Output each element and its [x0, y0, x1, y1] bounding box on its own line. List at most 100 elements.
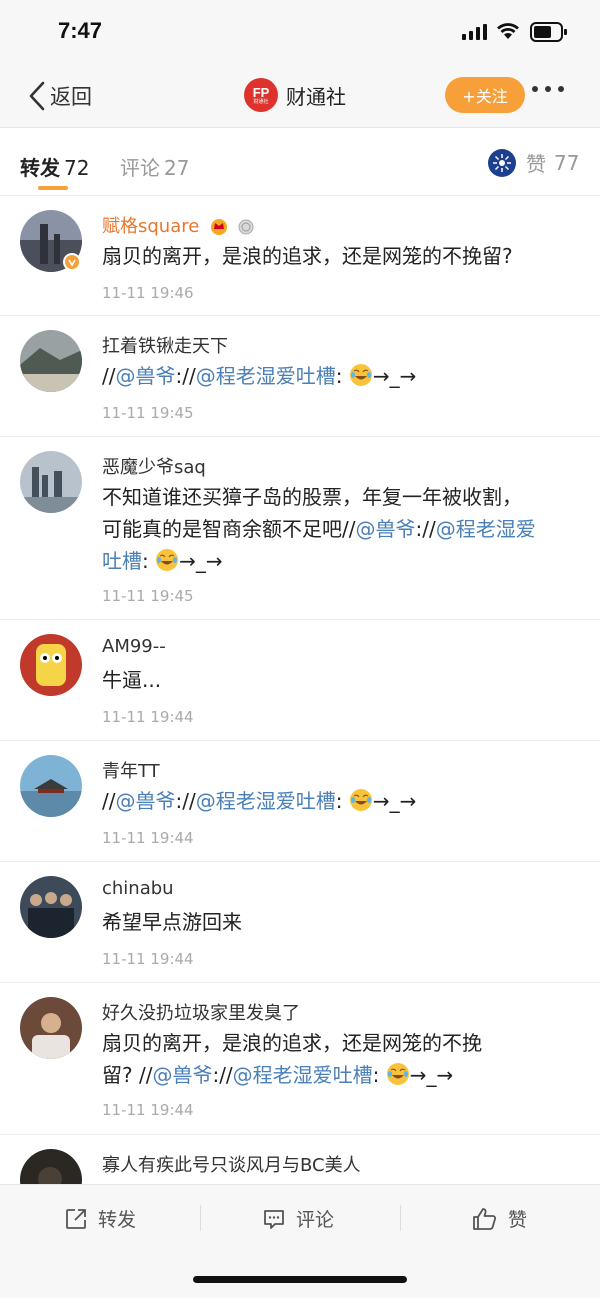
tab-likes-count: 77 — [554, 150, 580, 175]
mention-link[interactable]: @兽爷 — [115, 789, 175, 813]
wifi-icon — [497, 23, 519, 39]
more-dot — [558, 86, 564, 92]
timestamp: 11-11 19:46 — [102, 284, 194, 302]
avatar[interactable] — [20, 876, 82, 938]
list-item[interactable]: 青年TT //@兽爷://@程老湿爱吐槽: →_→ 11-11 19:44 — [0, 741, 600, 862]
arrow-text: →_→ — [372, 789, 417, 813]
tab-comment[interactable]: 评论 27 — [120, 152, 189, 181]
mention-link[interactable]: @程老湿爱吐槽 — [196, 789, 336, 813]
tab-repost[interactable]: 转发 72 — [20, 152, 89, 181]
text-prefix: // — [102, 789, 116, 813]
back-button[interactable]: 返回 — [28, 80, 92, 112]
repost-text: 扇贝的离开，是浪的追求，还是网笼的不挽留? — [102, 244, 513, 268]
landscape-avatar — [20, 330, 82, 392]
user-name[interactable]: 恶魔少爷saq — [102, 453, 206, 479]
tab-repost-label: 转发 — [20, 156, 60, 180]
tab-likes-label: 赞 — [526, 152, 546, 176]
active-tab-indicator — [38, 186, 68, 190]
list-item[interactable]: 好久没扔垃圾家里发臭了 扇贝的离开，是浪的追求，还是网笼的不挽 留? //@兽爷… — [0, 983, 600, 1135]
user-name[interactable]: 青年TT — [102, 757, 160, 783]
arrow-text: →_→ — [372, 364, 417, 388]
logo-subtext: 财通社 — [253, 98, 269, 105]
avatar[interactable] — [20, 997, 82, 1059]
status-time: 7:47 — [58, 18, 103, 43]
timestamp: 11-11 19:44 — [102, 1101, 194, 1119]
arrow-text: →_→ — [409, 1063, 454, 1087]
text-suffix: : — [372, 1063, 380, 1087]
mention-link[interactable]: @兽爷 — [115, 364, 175, 388]
text-suffix: : — [142, 549, 149, 573]
list-item[interactable]: 恶魔少爷saq 不知道谁还买獐子岛的股票，年复一年被收割， 可能真的是智商余额不… — [0, 437, 600, 620]
more-dot — [545, 86, 551, 92]
avatar[interactable] — [20, 634, 82, 696]
text-suffix: : — [335, 789, 343, 813]
account-title[interactable]: FP 财通社 财通社 — [244, 78, 346, 112]
repost-text: 不知道谁还买獐子岛的股票，年复一年被收割， 可能真的是智商余额不足吧//@兽爷:… — [102, 481, 582, 577]
text-prefix: // — [102, 364, 116, 388]
user-name[interactable]: 寡人有疾此号只谈风月与BC美人 — [102, 1151, 361, 1177]
mention-link[interactable]: @程老湿爱吐槽 — [196, 364, 336, 388]
comment-button[interactable]: 评论 — [262, 1205, 334, 1232]
like-button[interactable]: 赞 — [472, 1205, 527, 1232]
list-item[interactable]: AM99-- 牛逼... 11-11 19:44 — [0, 620, 600, 741]
tab-bar: 转发 72 评论 27 赞 77 — [0, 130, 600, 196]
tab-likes[interactable]: 赞 77 — [488, 148, 579, 177]
avatar[interactable] — [20, 330, 82, 392]
repost-icon — [66, 1208, 86, 1229]
nav-bar: 返回 FP 财通社 财通社 +关注 — [0, 64, 600, 128]
user-name[interactable]: 好久没扔垃圾家里发臭了 — [102, 999, 300, 1025]
laugh-cry-emoji-icon — [349, 789, 372, 811]
mention-link[interactable]: @兽爷 — [152, 1063, 212, 1087]
mention-link[interactable]: 吐槽 — [102, 549, 142, 573]
follow-button[interactable]: +关注 — [445, 77, 525, 113]
city-avatar — [20, 451, 82, 513]
text-separator: :// — [212, 1063, 233, 1087]
list-item[interactable]: 赋格square 扇贝的离开，是浪的追求，还是网笼的不挽留? 11-11 19:… — [0, 196, 600, 316]
text-separator: :// — [415, 517, 436, 541]
laugh-cry-emoji-icon — [386, 1063, 409, 1085]
repost-text: 牛逼... — [102, 668, 162, 692]
arrow-text: →_→ — [179, 549, 223, 573]
more-dot — [532, 86, 538, 92]
home-indicator[interactable] — [193, 1276, 407, 1283]
mention-link[interactable]: @兽爷 — [355, 517, 415, 541]
list-item[interactable]: 扛着铁锹走天下 //@兽爷://@程老湿爱吐槽: →_→ 11-11 19:45 — [0, 316, 600, 437]
repost-text: 扇贝的离开，是浪的追求，还是网笼的不挽 留? //@兽爷://@程老湿爱吐槽: … — [102, 1027, 582, 1091]
repost-list: 赋格square 扇贝的离开，是浪的追求，还是网笼的不挽留? 11-11 19:… — [0, 196, 600, 1184]
avatar[interactable] — [20, 1149, 82, 1184]
list-item[interactable]: chinabu 希望早点游回来 11-11 19:44 — [0, 862, 600, 983]
thumbs-up-icon — [473, 1207, 497, 1230]
avatar[interactable] — [20, 755, 82, 817]
timestamp: 11-11 19:44 — [102, 708, 194, 726]
tab-repost-count: 72 — [64, 156, 90, 180]
person-avatar — [20, 997, 82, 1059]
repost-text: //@兽爷://@程老湿爱吐槽: →_→ — [102, 360, 582, 392]
divider — [400, 1205, 401, 1231]
sunburst-logo-icon — [493, 153, 511, 172]
back-label: 返回 — [50, 85, 92, 109]
cartoon-avatar — [20, 634, 82, 696]
user-name[interactable]: 扛着铁锹走天下 — [102, 332, 228, 358]
mention-link[interactable]: @程老湿爱吐槽 — [233, 1063, 373, 1087]
avatar[interactable] — [20, 451, 82, 513]
palace-avatar — [20, 755, 82, 817]
repost-button[interactable]: 转发 — [64, 1205, 136, 1232]
user-name[interactable]: AM99-- — [102, 636, 166, 657]
timestamp: 11-11 19:45 — [102, 404, 194, 422]
repost-text: 希望早点游回来 — [102, 910, 242, 934]
mention-link[interactable]: @程老湿爱 — [436, 517, 536, 541]
repost-text: //@兽爷://@程老湿爱吐槽: →_→ — [102, 785, 582, 817]
timestamp: 11-11 19:44 — [102, 829, 194, 847]
text-line: 扇贝的离开，是浪的追求，还是网笼的不挽 — [102, 1031, 482, 1055]
medal-icon — [238, 219, 254, 235]
repost-button-label: 转发 — [98, 1209, 137, 1231]
user-name[interactable]: chinabu — [102, 878, 174, 899]
status-bar: 7:47 — [0, 0, 600, 64]
more-options-icon[interactable] — [532, 86, 564, 92]
text-line: 不知道谁还买獐子岛的股票，年复一年被收割， — [102, 485, 522, 509]
dark-photo-avatar — [20, 1149, 82, 1184]
list-item[interactable]: 寡人有疾此号只谈风月与BC美人 — [0, 1135, 600, 1184]
user-name[interactable]: 赋格square — [102, 212, 255, 238]
tab-comment-label: 评论 — [120, 156, 160, 180]
divider — [200, 1205, 201, 1231]
